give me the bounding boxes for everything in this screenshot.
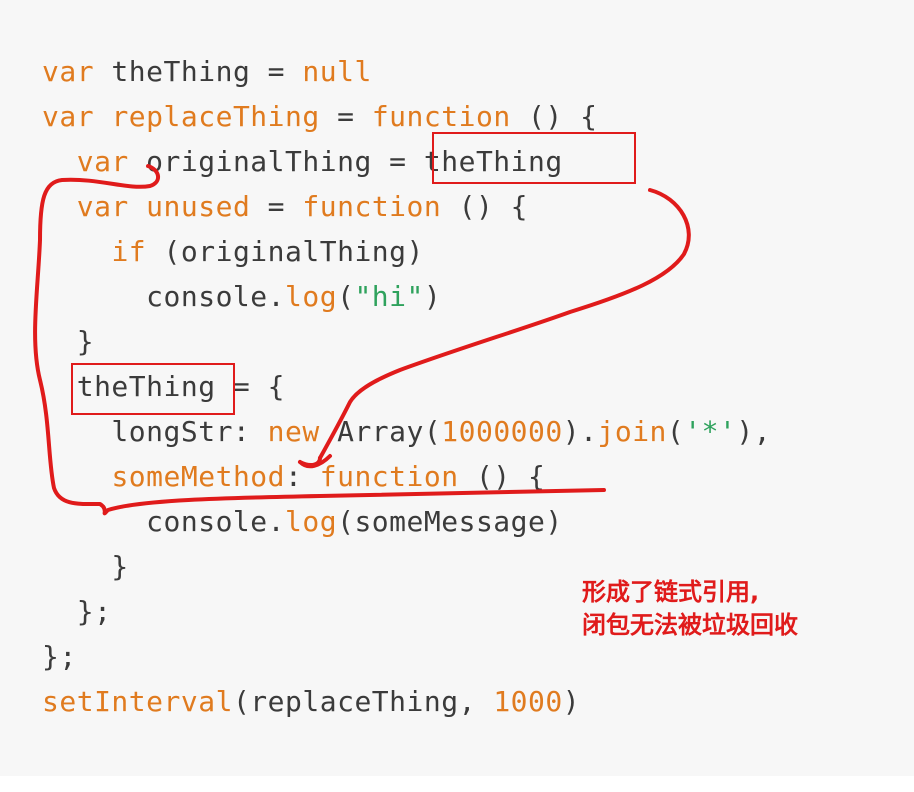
annotation-line-1: 形成了链式引用, [582,578,760,606]
arrow-tail-stroke [298,456,322,467]
annotation-text: 形成了链式引用, 闭包无法被垃圾回收 [582,576,798,642]
right-loop-stroke [318,188,691,460]
reference-chain-scribbles [33,164,691,516]
code-panel: var theThing = null var replaceThing = f… [0,0,914,776]
annotation-line-2: 闭包无法被垃圾回收 [582,611,798,639]
